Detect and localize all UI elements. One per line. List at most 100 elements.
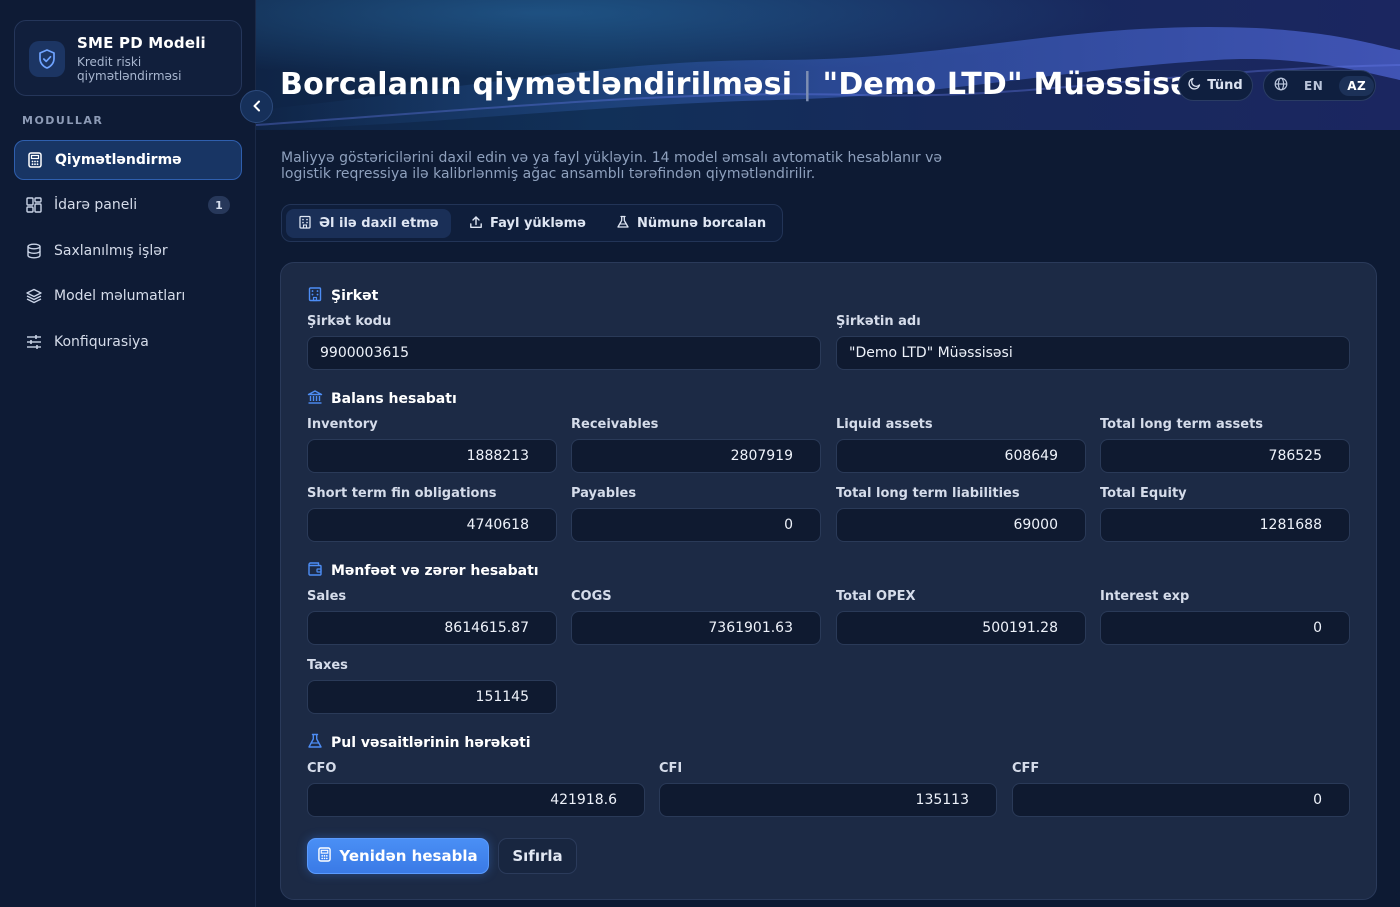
cogs-input[interactable] [571,611,821,645]
interest-exp-label: Interest exp [1100,589,1190,604]
total-long-term-liabilities-label: Total long term liabilities [836,486,1020,501]
flask-icon [307,733,323,753]
sidebar-item-configuration[interactable]: Konfiqurasiya [14,322,242,362]
receivables-input[interactable] [571,439,821,473]
brand-subtitle: Kredit riski qiymətləndirməsi [77,55,182,83]
total-long-term-assets-label: Total long term assets [1100,417,1264,432]
bank-icon [307,389,323,409]
language-option-az[interactable]: AZ [1339,75,1375,96]
cfo-input[interactable] [307,783,645,817]
database-icon [26,243,42,259]
total-opex-input[interactable] [836,611,1086,645]
page-title-main: Borcalanın qiymətləndirilməsi [280,67,793,102]
cfi-input[interactable] [659,783,997,817]
total-opex-label: Total OPEX [836,589,916,604]
upload-icon [469,215,483,233]
flask-icon [616,215,630,233]
sidebar-item-dashboard[interactable]: İdarə paneli 1 [14,185,242,225]
modules-section-label: MODULLAR [22,114,104,127]
page-header: Borcalanın qiymətləndirilməsi | "Demo LTD"… [256,0,1400,130]
building-icon [307,286,323,306]
payables-label: Payables [571,486,637,501]
section-title: Balans hesabatı [331,391,457,407]
sliders-icon [26,334,42,350]
building-icon [298,215,312,233]
company-code-input[interactable] [307,336,821,370]
dashboard-icon [26,197,42,213]
input-mode-tabs: Əl ilə daxil etmə Fayl yükləmə Nümunə bo… [281,204,783,242]
tab-sample-borrower[interactable]: Nümunə borcalan [604,209,778,238]
calculator-icon [27,152,43,168]
sidebar-item-label: Saxlanılmış işlər [54,243,168,259]
sidebar-item-evaluation[interactable]: Qiymətləndirmə [14,140,242,180]
layers-icon [26,288,42,304]
sidebar-item-label: Konfiqurasiya [54,334,149,350]
total-equity-label: Total Equity [1100,486,1187,501]
liquid-assets-label: Liquid assets [836,417,933,432]
cff-input[interactable] [1012,783,1350,817]
globe-icon [1274,77,1288,94]
taxes-label: Taxes [307,658,348,673]
sales-label: Sales [307,589,347,604]
header-wave-decoration [256,0,1400,130]
brand-card[interactable]: SME PD Modeli Kredit riski qiymətləndirm… [14,20,242,96]
sidebar-item-label: İdarə paneli [54,197,138,213]
section-balance-header: Balans hesabatı [307,389,457,409]
shield-check-icon [29,41,65,77]
theme-label: Tünd [1207,78,1243,93]
receivables-label: Receivables [571,417,659,432]
company-code-label: Şirkət kodu [307,314,392,329]
reset-button[interactable]: Sıfırla [498,838,577,874]
title-separator: | [802,67,813,102]
sidebar-item-label: Model məlumatları [54,288,186,304]
short-term-fin-obligations-label: Short term fin obligations [307,486,497,501]
cff-label: CFF [1012,761,1040,776]
tab-label: Əl ilə daxil etmə [319,216,439,231]
inventory-input[interactable] [307,439,557,473]
total-long-term-liabilities-input[interactable] [836,508,1086,542]
tab-label: Nümunə borcalan [637,216,767,231]
page-title-company: "Demo LTD" Müəssisəsi [822,67,1220,102]
tab-file-upload[interactable]: Fayl yükləmə [457,209,598,238]
sidebar-item-saved-jobs[interactable]: Saxlanılmış işlər [14,231,242,271]
language-switcher: EN AZ [1263,70,1376,101]
calculator-icon [318,846,332,866]
liquid-assets-input[interactable] [836,439,1086,473]
language-option-en[interactable]: EN [1296,76,1331,96]
inventory-label: Inventory [307,417,378,432]
intro-description: Maliyyə göstəricilərini daxil edin və ya… [281,150,943,182]
tab-manual-entry[interactable]: Əl ilə daxil etmə [286,209,451,238]
sidebar-item-model-info[interactable]: Model məlumatları [14,276,242,316]
recalculate-button[interactable]: Yenidən hesabla [307,838,489,874]
theme-toggle-button[interactable]: Tünd [1178,70,1253,101]
tab-label: Fayl yükləmə [490,216,586,231]
cogs-label: COGS [571,589,612,604]
collapse-sidebar-button[interactable] [240,90,273,123]
reset-label: Sıfırla [512,847,563,865]
interest-exp-input[interactable] [1100,611,1350,645]
page-title: Borcalanın qiymətləndirilməsi | "Demo LTD"… [280,67,1219,102]
section-pnl-header: Mənfəət və zərər hesabatı [307,561,539,581]
manual-entry-form: Şirkət Şirkət kodu Şirkətin adı Balans h… [280,262,1377,900]
section-cashflow-header: Pul vəsaitlərinin hərəkəti [307,733,531,753]
section-company-header: Şirkət [307,286,378,306]
brand-title: SME PD Modeli [77,34,206,52]
cfo-label: CFO [307,761,337,776]
chevron-left-icon [252,97,262,116]
sidebar-item-label: Qiymətləndirmə [55,152,182,168]
company-name-input[interactable] [836,336,1350,370]
moon-icon [1188,77,1201,94]
sales-input[interactable] [307,611,557,645]
total-equity-input[interactable] [1100,508,1350,542]
section-title: Şirkət [331,288,379,304]
notification-badge: 1 [208,196,230,214]
section-title: Pul vəsaitlərinin hərəkəti [331,735,531,751]
taxes-input[interactable] [307,680,557,714]
sidebar: SME PD Modeli Kredit riski qiymətləndirm… [0,0,256,907]
section-title: Mənfəət və zərər hesabatı [331,563,539,579]
short-term-fin-obligations-input[interactable] [307,508,557,542]
payables-input[interactable] [571,508,821,542]
company-name-label: Şirkətin adı [836,314,921,329]
cfi-label: CFI [659,761,683,776]
total-long-term-assets-input[interactable] [1100,439,1350,473]
